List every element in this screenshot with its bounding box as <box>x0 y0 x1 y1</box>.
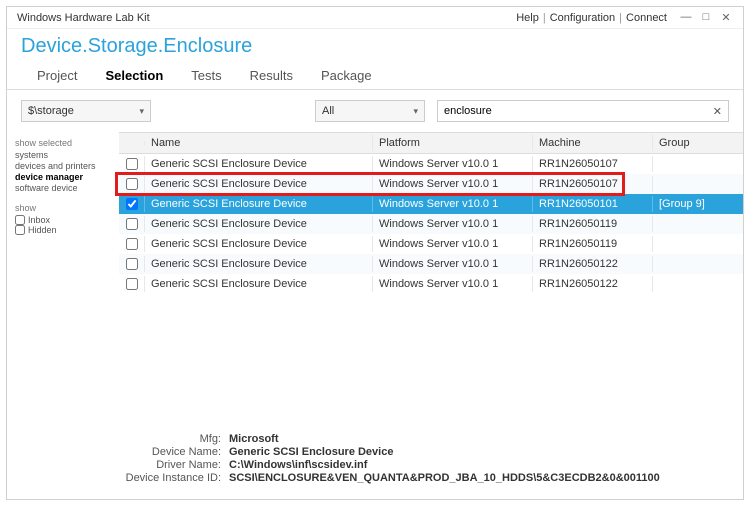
cell-machine: RR1N26050122 <box>533 276 653 292</box>
cell-platform: Windows Server v10.0 1 <box>373 236 533 252</box>
cell-name: Generic SCSI Enclosure Device <box>145 276 373 292</box>
close-icon[interactable]: ✕ <box>719 11 733 24</box>
scope-dropdown[interactable]: $\storage ▾ <box>21 100 151 122</box>
cell-machine: RR1N26050107 <box>533 156 653 172</box>
table-row[interactable]: Generic SCSI Enclosure DeviceWindows Ser… <box>119 274 743 294</box>
cell-platform: Windows Server v10.0 1 <box>373 176 533 192</box>
cell-platform: Windows Server v10.0 1 <box>373 156 533 172</box>
cell-group <box>653 282 743 286</box>
row-checkbox[interactable] <box>126 178 138 190</box>
sidebar-check-inbox[interactable]: Inbox <box>15 215 111 225</box>
row-checkbox[interactable] <box>126 278 138 290</box>
app-title: Windows Hardware Lab Kit <box>17 12 516 24</box>
configuration-link[interactable]: Configuration <box>550 12 615 24</box>
devname-value: Generic SCSI Enclosure Device <box>229 446 393 458</box>
row-checkbox[interactable] <box>126 238 138 250</box>
table-row[interactable]: Generic SCSI Enclosure DeviceWindows Ser… <box>119 154 743 174</box>
cell-group: [Group 9] <box>653 196 743 212</box>
driver-label: Driver Name: <box>21 459 221 471</box>
filter-row: $\storage ▾ All ▾ ✕ <box>7 90 743 132</box>
category-value: All <box>322 105 334 117</box>
scope-value: $\storage <box>28 105 74 117</box>
app-window: Windows Hardware Lab Kit Help | Configur… <box>6 6 744 500</box>
device-table: Name Platform Machine Group Generic SCSI… <box>119 132 743 424</box>
row-checkbox[interactable] <box>126 158 138 170</box>
connect-link[interactable]: Connect <box>626 12 667 24</box>
table-row[interactable]: Generic SCSI Enclosure DeviceWindows Ser… <box>119 194 743 214</box>
maximize-icon[interactable]: □ <box>699 11 713 24</box>
window-controls: — □ ✕ <box>679 11 733 24</box>
table-header: Name Platform Machine Group <box>119 132 743 154</box>
tab-package[interactable]: Package <box>319 64 374 89</box>
cell-machine: RR1N26050119 <box>533 216 653 232</box>
sidebar-opt-device-manager[interactable]: device manager <box>15 172 111 182</box>
category-dropdown[interactable]: All ▾ <box>315 100 425 122</box>
table-row[interactable]: Generic SCSI Enclosure DeviceWindows Ser… <box>119 254 743 274</box>
instance-label: Device Instance ID: <box>21 472 221 484</box>
devname-label: Device Name: <box>21 446 221 458</box>
cell-group <box>653 222 743 226</box>
cell-group <box>653 262 743 266</box>
chevron-down-icon: ▾ <box>413 106 418 117</box>
col-name[interactable]: Name <box>145 135 373 151</box>
cell-name: Generic SCSI Enclosure Device <box>145 256 373 272</box>
instance-value: SCSI\ENCLOSURE&VEN_QUANTA&PROD_JBA_10_HD… <box>229 472 660 484</box>
cell-name: Generic SCSI Enclosure Device <box>145 156 373 172</box>
table-row[interactable]: Generic SCSI Enclosure DeviceWindows Ser… <box>119 174 743 194</box>
sidebar-check-hidden[interactable]: Hidden <box>15 225 111 235</box>
tab-selection[interactable]: Selection <box>103 64 165 89</box>
titlebar-links: Help | Configuration | Connect <box>516 12 667 24</box>
table-row[interactable]: Generic SCSI Enclosure DeviceWindows Ser… <box>119 234 743 254</box>
minimize-icon[interactable]: — <box>679 11 693 24</box>
cell-platform: Windows Server v10.0 1 <box>373 196 533 212</box>
clear-search-icon[interactable]: ✕ <box>713 105 722 118</box>
cell-machine: RR1N26050122 <box>533 256 653 272</box>
cell-platform: Windows Server v10.0 1 <box>373 256 533 272</box>
cell-name: Generic SCSI Enclosure Device <box>145 176 373 192</box>
driver-value: C:\Windows\inf\scsidev.inf <box>229 459 367 471</box>
help-link[interactable]: Help <box>516 12 539 24</box>
col-checkbox <box>119 141 145 145</box>
search-input[interactable] <box>444 105 713 117</box>
row-checkbox[interactable] <box>126 258 138 270</box>
sidebar-section-show-selected: show selected <box>15 138 111 148</box>
sidebar-opt-software-device[interactable]: software device <box>15 183 111 193</box>
titlebar: Windows Hardware Lab Kit Help | Configur… <box>7 7 743 29</box>
page-title: Device.Storage.Enclosure <box>7 29 743 58</box>
table-row[interactable]: Generic SCSI Enclosure DeviceWindows Ser… <box>119 214 743 234</box>
cell-group <box>653 242 743 246</box>
content-area: show selected systemsdevices and printer… <box>7 132 743 424</box>
row-checkbox[interactable] <box>126 198 138 210</box>
sidebar-opt-systems[interactable]: systems <box>15 150 111 160</box>
tab-project[interactable]: Project <box>35 64 79 89</box>
cell-name: Generic SCSI Enclosure Device <box>145 196 373 212</box>
cell-platform: Windows Server v10.0 1 <box>373 276 533 292</box>
col-group[interactable]: Group <box>653 135 743 151</box>
details-panel: Mfg: Microsoft Device Name: Generic SCSI E… <box>7 424 743 499</box>
sidebar-opt-devices-and-printers[interactable]: devices and printers <box>15 161 111 171</box>
col-machine[interactable]: Machine <box>533 135 653 151</box>
mfg-label: Mfg: <box>21 433 221 445</box>
tab-tests[interactable]: Tests <box>189 64 223 89</box>
cell-platform: Windows Server v10.0 1 <box>373 216 533 232</box>
tabs: Project Selection Tests Results Package <box>7 58 743 90</box>
sidebar-section-show: show <box>15 203 111 213</box>
cell-group <box>653 162 743 166</box>
tab-results[interactable]: Results <box>248 64 295 89</box>
mfg-value: Microsoft <box>229 433 279 445</box>
search-box[interactable]: ✕ <box>437 100 729 122</box>
chevron-down-icon: ▾ <box>139 106 144 117</box>
cell-group <box>653 182 743 186</box>
cell-machine: RR1N26050107 <box>533 176 653 192</box>
col-platform[interactable]: Platform <box>373 135 533 151</box>
row-checkbox[interactable] <box>126 218 138 230</box>
cell-machine: RR1N26050119 <box>533 236 653 252</box>
cell-name: Generic SCSI Enclosure Device <box>145 216 373 232</box>
cell-machine: RR1N26050101 <box>533 196 653 212</box>
cell-name: Generic SCSI Enclosure Device <box>145 236 373 252</box>
sidebar: show selected systemsdevices and printer… <box>7 132 119 424</box>
